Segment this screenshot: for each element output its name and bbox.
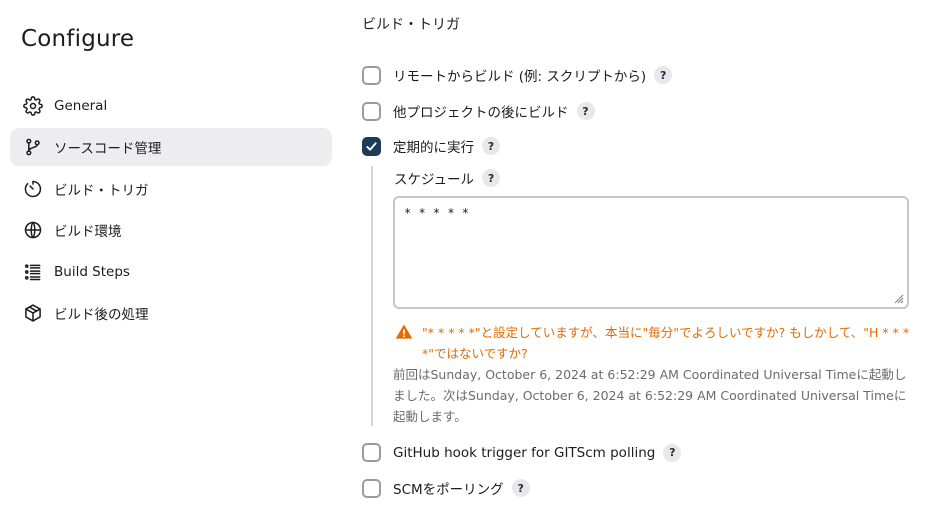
schedule-info-text: 前回はSunday, October 6, 2024 at 6:52:29 AM… <box>393 367 907 424</box>
gear-icon <box>22 95 44 117</box>
help-icon[interactable]: ? <box>511 479 530 497</box>
sidebar-item-label: ソースコード管理 <box>54 141 162 157</box>
sidebar-item-build-steps[interactable]: Build Steps <box>10 253 332 291</box>
sidebar-item-build-triggers[interactable]: ビルド・トリガ <box>10 170 332 208</box>
build-periodically-checkbox[interactable] <box>362 136 381 156</box>
build-after-other-checkbox[interactable] <box>362 101 381 121</box>
section-title: ビルド・トリガ <box>362 17 460 33</box>
schedule-label-row: スケジュール ? <box>394 168 501 188</box>
sidebar: Configure General ソースコード管理 ビルド・トリガ ビルド環境… <box>0 0 345 509</box>
warning-text: "* * * * *"と設定していますが、本当に"毎分"でよろしいですか? もし… <box>422 325 910 361</box>
help-icon[interactable]: ? <box>576 102 595 120</box>
sidebar-item-label: ビルド・トリガ <box>54 183 149 199</box>
sidebar-item-source-code[interactable]: ソースコード管理 <box>10 128 332 166</box>
warning-icon <box>395 324 413 339</box>
option-remote-build: リモートからビルド (例: スクリプトから) ? <box>362 65 673 85</box>
option-github-hook: GitHub hook trigger for GITScm polling ? <box>362 443 682 462</box>
option-label: GitHub hook trigger for GITScm polling <box>393 444 656 461</box>
poll-scm-checkbox[interactable] <box>362 478 381 498</box>
main-content: ビルド・トリガ リモートからビルド (例: スクリプトから) ? 他プロジェクト… <box>360 0 926 509</box>
sidebar-item-label: Build Steps <box>54 264 130 280</box>
sidebar-item-label: ビルド後の処理 <box>54 307 149 323</box>
option-label: 定期的に実行 <box>393 140 474 156</box>
page-title: Configure <box>21 26 135 52</box>
timer-icon <box>22 178 44 200</box>
list-icon <box>22 261 44 283</box>
source-branch-icon <box>22 136 44 158</box>
remote-build-checkbox[interactable] <box>362 65 381 85</box>
option-label: リモートからビルド (例: スクリプトから) <box>393 69 647 85</box>
schedule-label: スケジュール <box>394 172 475 188</box>
sidebar-item-general[interactable]: General <box>10 87 332 125</box>
nested-section-divider <box>371 166 373 426</box>
globe-icon <box>22 219 44 241</box>
sidebar-item-build-environment[interactable]: ビルド環境 <box>10 211 332 249</box>
warning-message: "* * * * *"と設定していますが、本当に"毎分"でよろしいですか? もし… <box>394 322 914 364</box>
option-poll-scm: SCMをポーリング ? <box>362 478 530 498</box>
schedule-value: * * * * * <box>404 206 470 220</box>
help-icon[interactable]: ? <box>663 443 682 462</box>
option-build-after-other: 他プロジェクトの後にビルド ? <box>362 101 595 121</box>
check-icon <box>366 141 377 151</box>
resize-handle-icon[interactable] <box>894 294 904 304</box>
package-icon <box>22 302 44 324</box>
github-hook-checkbox[interactable] <box>362 443 381 462</box>
help-icon[interactable]: ? <box>482 137 500 155</box>
option-label: 他プロジェクトの後にビルド <box>393 105 569 121</box>
help-icon[interactable]: ? <box>482 169 501 187</box>
option-build-periodically: 定期的に実行 ? <box>362 136 500 156</box>
sidebar-item-label: ビルド環境 <box>54 224 122 240</box>
schedule-textarea[interactable]: * * * * * <box>393 196 909 309</box>
sidebar-item-post-build[interactable]: ビルド後の処理 <box>10 294 332 332</box>
help-icon[interactable]: ? <box>654 66 673 84</box>
option-label: SCMをポーリング <box>393 482 504 498</box>
sidebar-item-label: General <box>54 98 108 114</box>
